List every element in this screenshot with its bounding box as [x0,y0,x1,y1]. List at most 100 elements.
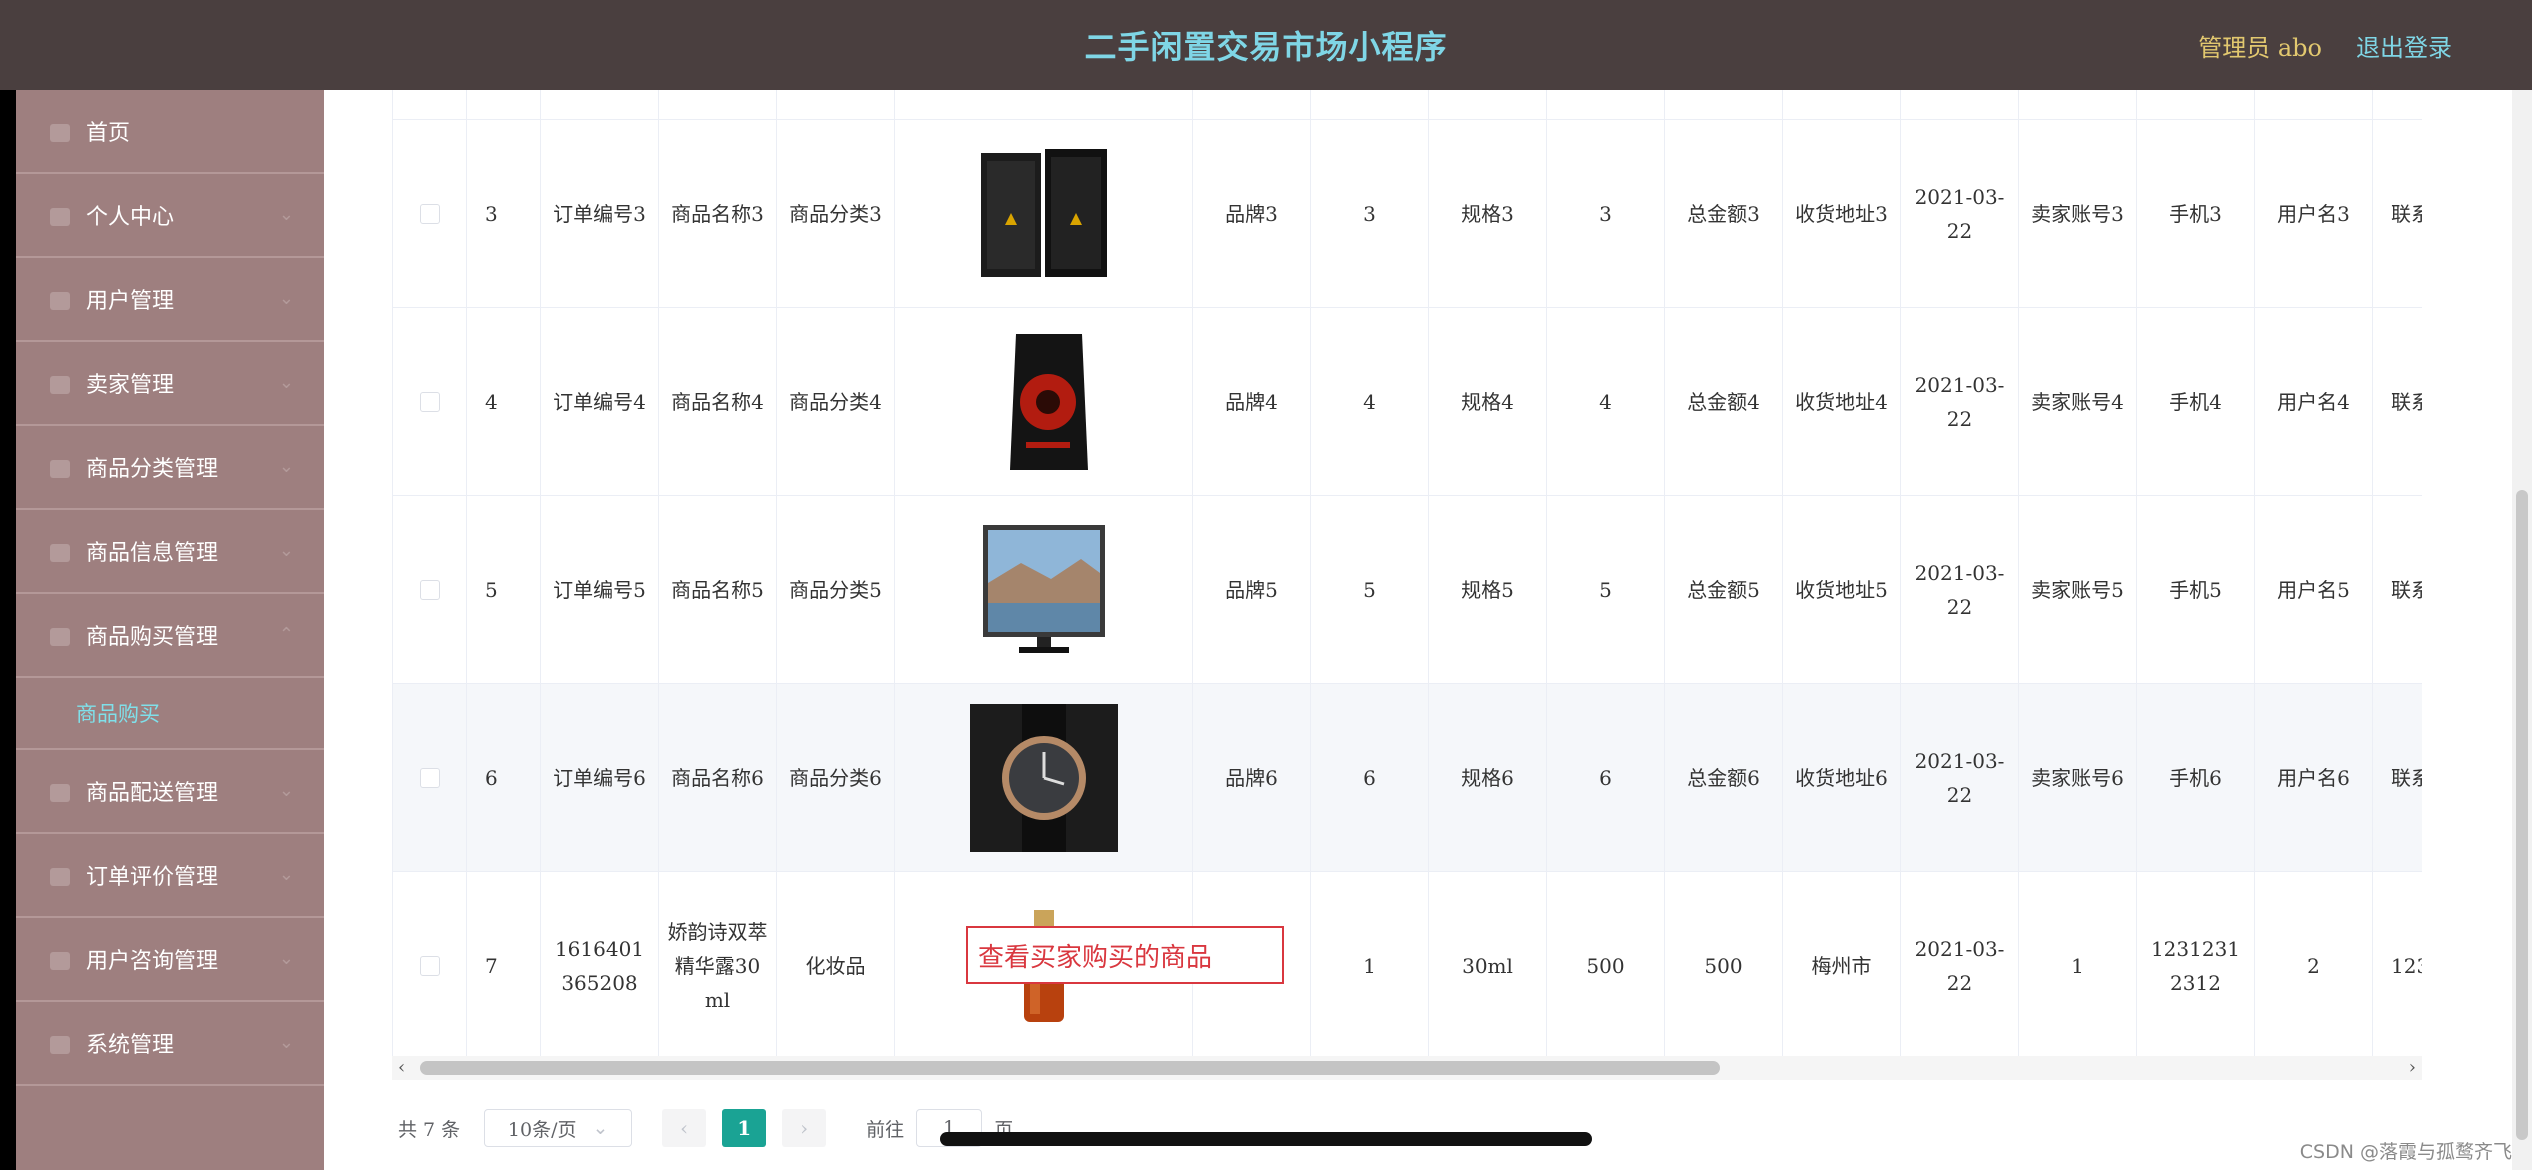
row-checkbox[interactable] [419,955,440,976]
row-checkbox[interactable] [419,391,440,412]
sidebar-item-delivery-manage[interactable]: 商品配送管理 ⌄ [16,750,324,834]
product-name: 商品名称6 [659,684,777,871]
quantity: 1 [1311,872,1429,1058]
row-checkbox[interactable] [419,203,440,224]
product-name: 商品名称4 [659,308,777,495]
product-category: 商品分类4 [777,308,895,495]
chevron-down-icon: ⌄ [278,540,294,561]
order-date: 2021-03-22 [1901,496,2019,683]
quantity: 6 [1311,684,1429,871]
product-category: 商品分类5 [777,496,895,683]
price: 6 [1547,684,1665,871]
sidebar-item-goods-manage[interactable]: 商品信息管理 ⌄ [16,510,324,594]
order-date: 2021-03-22 [1901,308,2019,495]
price: 500 [1547,872,1665,1058]
home-indicator [940,1132,1592,1146]
user-manage-icon [50,292,70,310]
username: 用户名6 [2255,684,2373,871]
total-amount: 总金额3 [1665,120,1783,307]
chevron-down-icon: ⌄ [278,948,294,969]
sidebar-item-purchase-manage[interactable]: 商品购买管理 ⌃ [16,594,324,678]
chevron-down-icon: ⌄ [278,288,294,309]
home-icon [50,124,70,142]
vertical-scrollbar[interactable] [2512,90,2532,1170]
chevron-down-icon: ⌄ [278,204,294,225]
product-name: 娇韵诗双萃精华露30ml [659,872,777,1058]
sidebar-item-home[interactable]: 首页 [16,90,324,174]
sidebar-item-consult-manage[interactable]: 用户咨询管理 ⌄ [16,918,324,1002]
page-number-button[interactable]: 1 [722,1109,767,1147]
table-row: 5 订单编号5 商品名称5 商品分类5 品牌5 5 规格5 5 总金额5 收货地… [393,496,2422,684]
vertical-scrollbar-thumb[interactable] [2516,490,2528,1140]
purchase-icon [50,628,70,646]
horizontal-scrollbar[interactable]: ‹ › [392,1056,2422,1080]
product-name: 商品名称5 [659,496,777,683]
phone: 手机5 [2137,496,2255,683]
logout-button[interactable]: 退出登录 [2356,28,2452,63]
row-checkbox[interactable] [419,579,440,600]
contact: 1231 [2373,872,2422,1058]
settings-icon [50,1036,70,1054]
monitor-image [982,524,1105,653]
sidebar-item-system-manage[interactable]: 系统管理 ⌄ [16,1002,324,1086]
product-category: 化妆品 [777,872,895,1058]
sidebar: 首页 个人中心 ⌄ 用户管理 ⌄ 卖家管理 ⌄ 商品分类管理 ⌄ 商品信息管理 ⌄ 商品购… [16,90,324,1170]
username: 2 [2255,872,2373,1058]
quantity: 5 [1311,496,1429,683]
chevron-down-icon: ⌄ [278,864,294,885]
chevron-down-icon: ⌄ [278,780,294,801]
table-row: 3 订单编号3 商品名称3 商品分类3 品牌3 3 规格3 3 总金额3 收货地… [393,120,2422,308]
total-amount: 500 [1665,872,1783,1058]
sidebar-item-category-manage[interactable]: 商品分类管理 ⌄ [16,426,324,510]
sidebar-item-review-manage[interactable]: 订单评价管理 ⌄ [16,834,324,918]
order-number: 订单编号3 [541,120,659,307]
scrollbar-thumb[interactable] [420,1061,1720,1075]
sidebar-item-seller-manage[interactable]: 卖家管理 ⌄ [16,342,324,426]
sidebar-subitem-purchase[interactable]: 商品购买 [16,678,324,750]
phone: 手机3 [2137,120,2255,307]
prev-page-button[interactable]: ‹ [662,1109,707,1147]
username: 用户名4 [2255,308,2373,495]
scroll-left-icon[interactable]: ‹ [398,1056,405,1080]
seller-account: 卖家账号6 [2019,684,2137,871]
total-count: 共 7 条 [398,1118,461,1141]
app-header: 二手闲置交易市场小程序 管理员 abo 退出登录 [0,0,2532,90]
brand: 品牌4 [1193,308,1311,495]
scroll-right-icon[interactable]: › [2409,1056,2416,1080]
spec: 规格4 [1429,308,1547,495]
annotation-box: 查看买家购买的商品 [966,926,1284,984]
quantity: 4 [1311,308,1429,495]
goods-icon [50,544,70,562]
seller-icon [50,376,70,394]
order-number: 订单编号4 [541,308,659,495]
chevron-down-icon: ⌄ [278,456,294,477]
row-index: 4 [467,308,541,495]
order-date: 2021-03-22 [1901,120,2019,307]
sidebar-item-user-manage[interactable]: 用户管理 ⌄ [16,258,324,342]
speaker-image [980,148,1107,277]
seller-account: 1 [2019,872,2137,1058]
table-row: 6 订单编号6 商品名称6 商品分类6 品牌6 6 规格6 6 总金额6 收货地… [393,684,2422,872]
spec: 30ml [1429,872,1547,1058]
sidebar-item-personal-center[interactable]: 个人中心 ⌄ [16,174,324,258]
row-index: 5 [467,496,541,683]
purchase-table: 3 订单编号3 商品名称3 商品分类3 品牌3 3 规格3 3 总金额3 收货地… [392,90,2422,1058]
watch-image [969,703,1118,852]
delivery-address: 收货地址6 [1783,684,1901,871]
delivery-address: 收货地址5 [1783,496,1901,683]
next-page-button[interactable]: › [782,1109,827,1147]
total-amount: 总金额5 [1665,496,1783,683]
total-amount: 总金额4 [1665,308,1783,495]
page-size-select[interactable]: 10条/页 ⌄ [484,1109,633,1147]
user-icon [50,208,70,226]
delivery-address: 收货地址3 [1783,120,1901,307]
price: 4 [1547,308,1665,495]
seller-account: 卖家账号5 [2019,496,2137,683]
brand: 品牌5 [1193,496,1311,683]
spec: 规格6 [1429,684,1547,871]
order-number: 1616401365208 [541,872,659,1058]
table-row: 7 1616401365208 娇韵诗双萃精华露30ml 化妆品 娇韵诗 1 3… [393,872,2422,1058]
row-checkbox[interactable] [419,767,440,788]
order-number: 订单编号6 [541,684,659,871]
quantity: 3 [1311,120,1429,307]
